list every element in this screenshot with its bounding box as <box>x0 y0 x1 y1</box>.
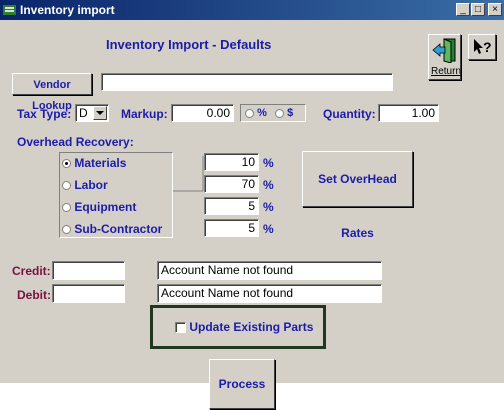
equipment-percent-field[interactable]: 5 <box>204 197 259 215</box>
credit-account-name: Account Name not found <box>157 261 382 280</box>
dollar-label: $ <box>287 107 294 119</box>
markup-field[interactable]: 0.00 <box>171 104 234 122</box>
percent-label: % <box>257 107 267 119</box>
labor-label: Labor <box>74 178 108 192</box>
debit-label: Debit: <box>17 288 51 302</box>
materials-percent-sign: % <box>263 156 274 170</box>
credit-label: Credit: <box>12 264 51 278</box>
svg-text:?: ? <box>483 39 492 55</box>
overhead-recovery-label: Overhead Recovery: <box>17 135 134 149</box>
overhead-subcontractor-option[interactable]: Sub-Contractor <box>62 222 162 236</box>
markup-dollar-option[interactable]: $ <box>275 107 293 119</box>
credit-account-field[interactable] <box>52 261 125 280</box>
title-bar: Inventory import _ □ × <box>0 0 504 20</box>
debit-account-name: Account Name not found <box>157 284 382 303</box>
overhead-labor-option[interactable]: Labor <box>62 178 108 192</box>
minimize-button[interactable]: _ <box>456 3 470 16</box>
tax-type-label: Tax Type: <box>17 107 72 121</box>
labor-percent-sign: % <box>263 178 274 192</box>
equipment-label: Equipment <box>74 200 137 214</box>
maximize-button[interactable]: □ <box>471 3 485 16</box>
return-button[interactable]: Return <box>428 34 461 80</box>
labor-percent-field[interactable]: 70 <box>204 175 259 193</box>
tax-type-select[interactable]: D <box>75 104 109 122</box>
overhead-materials-option[interactable]: Materials <box>62 156 126 170</box>
percent-radio[interactable] <box>245 108 254 118</box>
update-existing-parts-option[interactable]: Update Existing Parts <box>175 320 313 334</box>
page-title: Inventory Import - Defaults <box>106 37 272 52</box>
quantity-label: Quantity: <box>323 107 376 121</box>
chevron-down-icon[interactable] <box>93 106 107 120</box>
process-button[interactable]: Process <box>209 359 275 409</box>
connector-lines <box>173 156 204 192</box>
subcontractor-radio[interactable] <box>62 225 71 235</box>
update-existing-label: Update Existing Parts <box>189 320 314 334</box>
markup-label: Markup: <box>121 107 168 121</box>
materials-radio[interactable] <box>62 159 71 169</box>
vendor-lookup-button[interactable]: Vendor Lookup <box>12 73 92 112</box>
return-label: Return <box>431 66 462 77</box>
set-overhead-rates-button[interactable]: Set OverHead Rates <box>302 151 413 240</box>
whats-this-help-icon: ? <box>474 39 492 55</box>
vendor-field[interactable] <box>101 73 393 91</box>
markup-percent-option[interactable]: % <box>245 107 267 119</box>
equipment-percent-sign: % <box>263 200 274 214</box>
update-existing-frame: Update Existing Parts <box>150 305 326 349</box>
materials-percent-field[interactable]: 10 <box>204 153 259 171</box>
overhead-equipment-option[interactable]: Equipment <box>62 200 136 214</box>
tax-type-value: D <box>79 106 88 120</box>
subcontractor-label: Sub-Contractor <box>74 222 163 236</box>
labor-radio[interactable] <box>62 181 71 191</box>
markup-type-group: % $ <box>240 104 306 122</box>
subcontractor-percent-field[interactable]: 5 <box>204 219 259 237</box>
dollar-radio[interactable] <box>275 108 284 118</box>
app-icon <box>3 5 16 15</box>
close-button[interactable]: × <box>488 3 502 16</box>
help-button[interactable]: ? <box>468 34 496 60</box>
subcontractor-percent-sign: % <box>263 222 274 236</box>
materials-label: Materials <box>74 156 127 170</box>
inventory-import-window: Inventory import _ □ × Inventory Import … <box>0 0 504 409</box>
exit-door-icon <box>432 38 456 63</box>
update-existing-checkbox[interactable] <box>175 322 186 334</box>
equipment-radio[interactable] <box>62 203 71 213</box>
debit-account-field[interactable] <box>52 284 125 303</box>
quantity-field[interactable]: 1.00 <box>378 104 439 122</box>
window-title: Inventory import <box>20 3 115 17</box>
